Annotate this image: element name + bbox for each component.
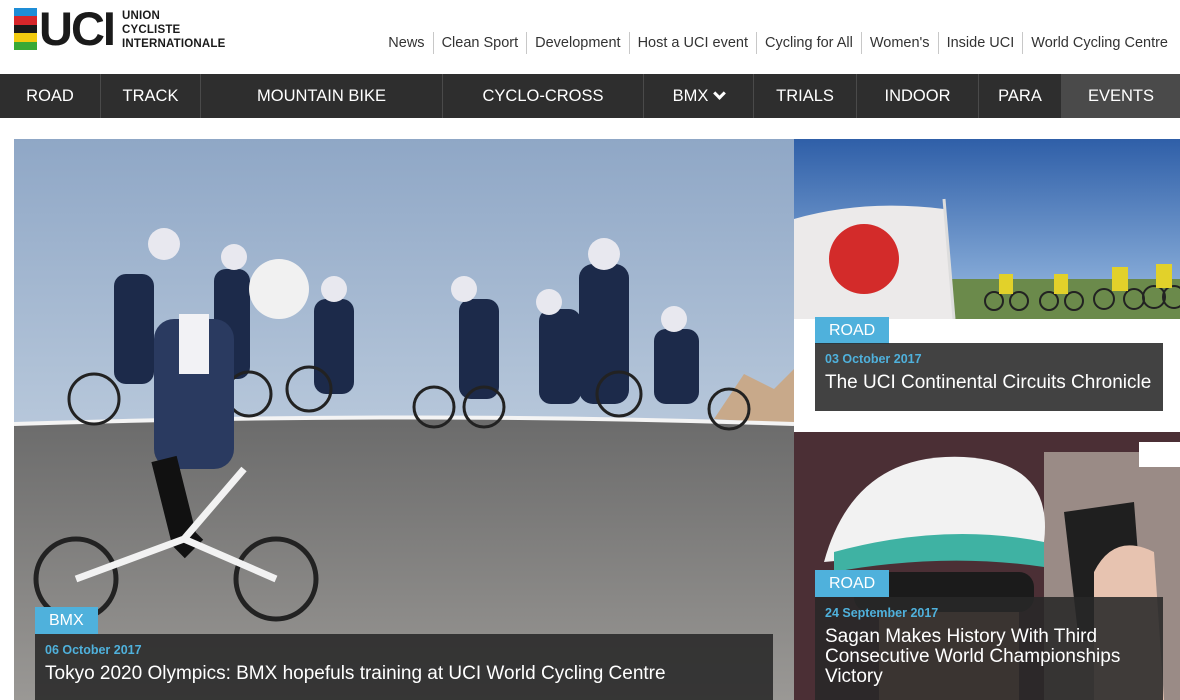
- nav-label: PARA: [998, 86, 1042, 105]
- site-header: UCI UNION CYCLISTE INTERNATIONALE News C…: [0, 0, 1180, 74]
- category-tag[interactable]: ROAD: [815, 317, 890, 344]
- rainbow-stripes: [14, 8, 37, 51]
- nav-trials[interactable]: TRIALS: [754, 74, 857, 118]
- nav-mountain-bike[interactable]: MOUNTAIN BIKE: [201, 74, 443, 118]
- category-tag[interactable]: BMX: [35, 607, 98, 634]
- top-navigation: News Clean Sport Development Host a UCI …: [380, 32, 1176, 54]
- discipline-navigation: ROAD TRACK MOUNTAIN BIKE CYCLO-CROSS BMX…: [0, 74, 1180, 118]
- article-caption: 03 October 2017 The UCI Continental Circ…: [815, 343, 1163, 411]
- topnav-development[interactable]: Development: [526, 32, 628, 54]
- topnav-inside-uci[interactable]: Inside UCI: [937, 32, 1023, 54]
- uci-logo[interactable]: UCI UNION CYCLISTE INTERNATIONALE: [14, 2, 226, 55]
- nav-road[interactable]: ROAD: [0, 74, 101, 118]
- featured-article-sagan[interactable]: ROAD 24 September 2017 Sagan Makes Histo…: [794, 432, 1180, 700]
- nav-label: TRACK: [122, 86, 179, 105]
- nav-label: INDOOR: [884, 86, 951, 105]
- topnav-womens[interactable]: Women's: [860, 32, 938, 54]
- topnav-cycling-for-all[interactable]: Cycling for All: [756, 32, 861, 54]
- logo-line: INTERNATIONALE: [121, 38, 226, 50]
- chevron-down-icon: [713, 87, 727, 100]
- nav-label: TRIALS: [776, 86, 834, 105]
- nav-label: EVENTS: [1087, 86, 1155, 105]
- nav-label: BMX: [672, 86, 709, 105]
- nav-track[interactable]: TRACK: [101, 74, 201, 118]
- article-title[interactable]: Tokyo 2020 Olympics: BMX hopefuls traini…: [45, 664, 763, 684]
- nav-label: ROAD: [26, 86, 74, 105]
- nav-para[interactable]: PARA: [979, 74, 1062, 118]
- topnav-host-event[interactable]: Host a UCI event: [628, 32, 756, 54]
- logo-mark: UCI: [39, 2, 116, 55]
- nav-bmx[interactable]: BMX: [644, 74, 754, 118]
- featured-article-continental[interactable]: ROAD 03 October 2017 The UCI Continental…: [794, 139, 1180, 417]
- bmx-training-photo: [14, 139, 794, 700]
- nav-cyclo-cross[interactable]: CYCLO-CROSS: [443, 74, 644, 118]
- article-caption: 06 October 2017 Tokyo 2020 Olympics: BMX…: [35, 634, 773, 700]
- nav-events[interactable]: EVENTS: [1062, 74, 1180, 118]
- article-date: 03 October 2017: [825, 352, 922, 366]
- logo-line: CYCLISTE: [121, 24, 181, 36]
- logo-wordmark: UNION CYCLISTE INTERNATIONALE: [122, 9, 226, 51]
- featured-article-bmx[interactable]: BMX 06 October 2017 Tokyo 2020 Olympics:…: [14, 139, 794, 700]
- article-date: 24 September 2017: [825, 606, 939, 620]
- category-tag[interactable]: ROAD: [815, 570, 890, 597]
- article-title[interactable]: Sagan Makes History With Third Consecuti…: [825, 627, 1153, 687]
- article-caption: 24 September 2017 Sagan Makes History Wi…: [815, 597, 1163, 700]
- article-title[interactable]: The UCI Continental Circuits Chronicle: [825, 373, 1153, 393]
- topnav-clean-sport[interactable]: Clean Sport: [432, 32, 527, 54]
- topnav-world-cycling-centre[interactable]: World Cycling Centre: [1022, 32, 1176, 54]
- topnav-news[interactable]: News: [380, 32, 432, 54]
- logo-line: UNION: [121, 10, 161, 22]
- nav-label: MOUNTAIN BIKE: [257, 86, 386, 105]
- nav-indoor[interactable]: INDOOR: [857, 74, 979, 118]
- nav-label: CYCLO-CROSS: [482, 86, 604, 105]
- article-date: 06 October 2017: [45, 643, 142, 657]
